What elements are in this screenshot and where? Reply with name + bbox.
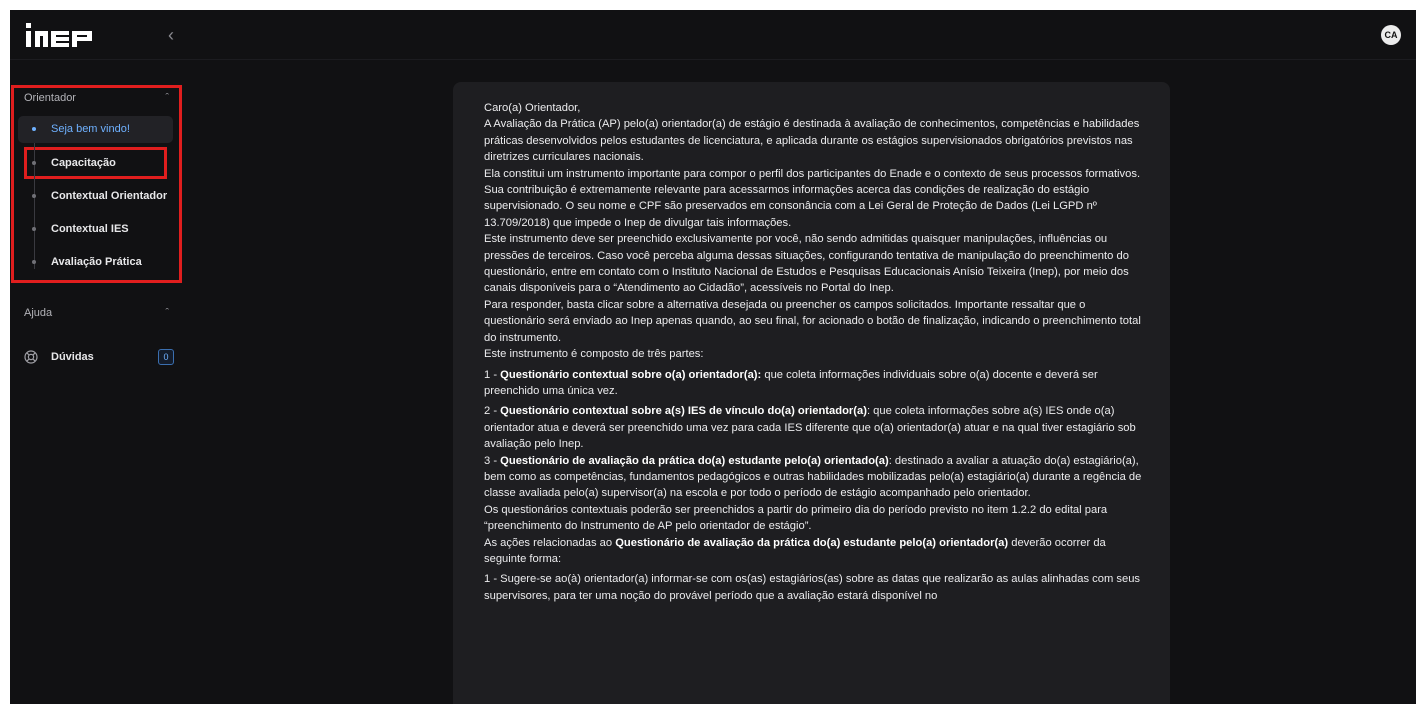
bold-span: Questionário de avaliação da prática do(… <box>615 536 1009 549</box>
chevron-up-icon: ˆ <box>165 307 169 319</box>
sidebar-item-label: Dúvidas <box>51 351 94 363</box>
section-header-orientador[interactable]: Orientador ˆ <box>24 88 169 108</box>
bullet-icon <box>32 161 36 165</box>
paragraph: Ela constitui um instrumento importante … <box>484 167 1141 180</box>
part-number: 1 - <box>484 368 501 381</box>
part-title: Questionário de avaliação da prática do(… <box>500 454 889 467</box>
greeting: Caro(a) Orientador, <box>484 102 581 114</box>
sidebar-item-label: Capacitação <box>51 157 116 169</box>
paragraph: As ações relacionadas ao Questionário de… <box>484 535 1146 568</box>
part-2: 2 - Questionário contextual sobre a(s) I… <box>484 403 1146 452</box>
paragraph: A Avaliação da Prática (AP) pelo(a) orie… <box>484 118 1140 164</box>
paragraph: Para responder, basta clicar sobre a alt… <box>484 298 1141 344</box>
welcome-text: Caro(a) Orientador, A Avaliação da Práti… <box>484 100 1146 604</box>
text-span: As ações relacionadas ao <box>484 536 616 549</box>
part-1: 1 - Questionário contextual sobre o(a) o… <box>484 367 1146 400</box>
sidebar-item-contextual-orientador[interactable]: Contextual Orientador <box>18 183 173 210</box>
top-bar: ‹ CA <box>10 10 1416 60</box>
sidebar-item-label: Avaliação Prática <box>51 256 142 268</box>
section-title: Ajuda <box>24 307 53 319</box>
welcome-card: Caro(a) Orientador, A Avaliação da Práti… <box>453 82 1170 704</box>
part-title: Questionário contextual sobre a(s) IES d… <box>500 405 867 418</box>
collapse-sidebar-icon[interactable]: ‹ <box>160 22 182 48</box>
paragraph: Este instrumento deve ser preenchido exc… <box>484 233 1129 295</box>
part-number: 2 - <box>484 405 501 418</box>
bullet-icon <box>32 194 36 198</box>
sidebar-item-duvidas[interactable]: Dúvidas 0 <box>24 347 174 367</box>
paragraph: Os questionários contextuais poderão ser… <box>484 503 1108 533</box>
part-number: 3 - <box>484 454 501 467</box>
bullet-icon <box>32 127 36 131</box>
bullet-icon <box>32 260 36 264</box>
sidebar-item-label: Contextual IES <box>51 223 129 235</box>
help-circle-icon <box>24 350 38 364</box>
part-title: Questionário contextual sobre o(a) orien… <box>500 368 762 381</box>
bullet-icon <box>32 227 36 231</box>
paragraph: Este instrumento é composto de três part… <box>484 348 704 361</box>
sidebar-item-seja-bem-vindo[interactable]: Seja bem vindo! <box>18 116 173 143</box>
sidebar-item-contextual-ies[interactable]: Contextual IES <box>18 216 173 243</box>
sidebar: Orientador ˆ Seja bem vindo! Capacitação… <box>10 60 182 704</box>
sidebar-item-label: Contextual Orientador <box>51 190 168 202</box>
sidebar-item-capacitacao[interactable]: Capacitação <box>18 150 173 177</box>
sidebar-item-avaliacao-pratica[interactable]: Avaliação Prática <box>18 249 173 276</box>
inep-logo[interactable] <box>26 23 96 47</box>
sidebar-item-label: Seja bem vindo! <box>51 123 130 135</box>
app-window: ‹ CA Orientador ˆ Seja bem vindo! Capaci… <box>10 10 1416 704</box>
step-1: 1 - Sugere-se ao(à) orientador(a) inform… <box>484 573 1141 602</box>
inep-logo-mark <box>26 23 92 47</box>
part-3: 3 - Questionário de avaliação da prática… <box>484 453 1146 502</box>
section-title: Orientador <box>24 92 76 104</box>
user-avatar[interactable]: CA <box>1381 25 1401 45</box>
count-badge: 0 <box>158 349 174 365</box>
chevron-up-icon: ˆ <box>165 92 169 104</box>
paragraph: Sua contribuição é extremamente relevant… <box>484 184 1097 229</box>
section-header-ajuda[interactable]: Ajuda ˆ <box>24 303 169 323</box>
